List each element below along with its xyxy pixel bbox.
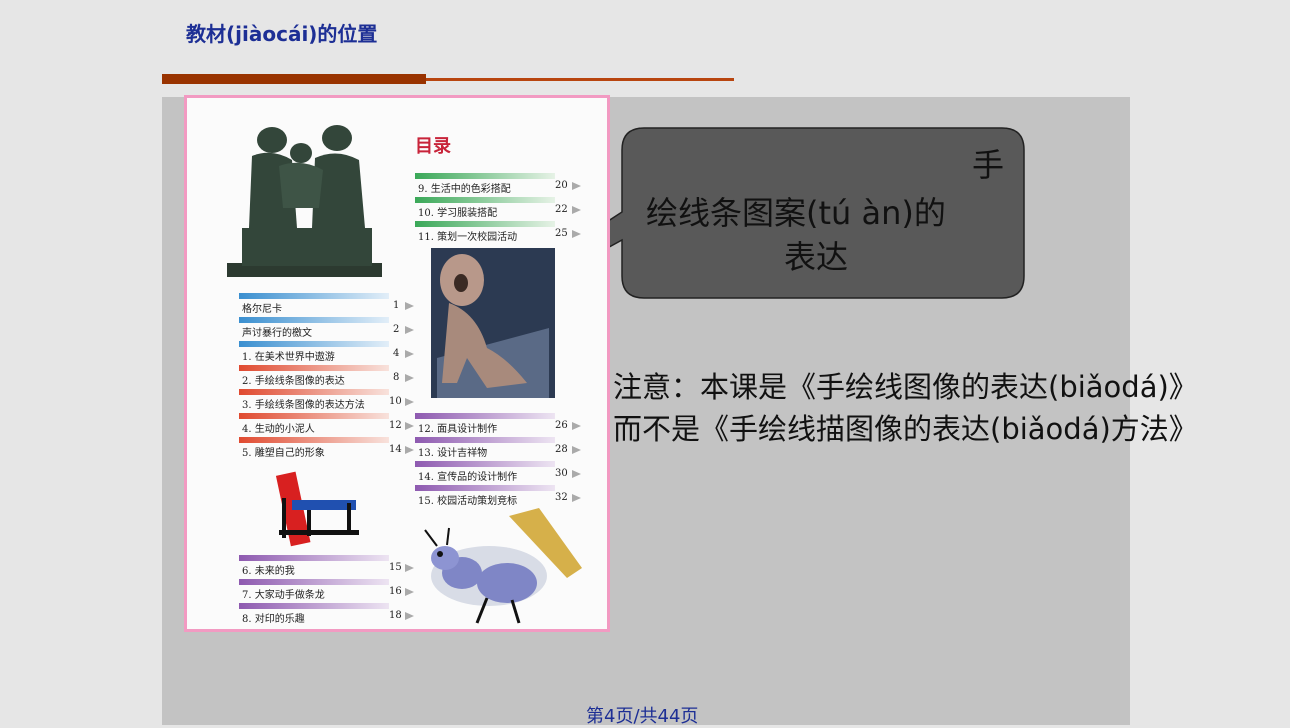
toc-arrow-icon <box>572 494 581 502</box>
toc-arrow-icon <box>405 326 414 334</box>
toc-item: 11. 策划一次校园活动 25 <box>415 221 585 243</box>
toc-item-label: 6. 未来的我 <box>242 566 295 577</box>
note-line-2: 而不是《手绘线描图像的表达(biǎodá)方法》 <box>613 412 1198 446</box>
toc-item-bar <box>239 341 389 347</box>
toc-item-page: 12 <box>389 420 402 431</box>
sculpture-illustration <box>227 125 382 277</box>
toc-arrow-icon <box>405 564 414 572</box>
toc-item-bar <box>239 579 389 585</box>
toc-arrow-icon <box>405 398 414 406</box>
toc-item-label: 3. 手绘线条图像的表达方法 <box>242 400 365 411</box>
toc-item-bar <box>239 293 389 299</box>
ant-illustration <box>424 508 582 624</box>
toc-item: 7. 大家动手做条龙 16 <box>239 579 419 601</box>
toc-arrow-icon <box>405 422 414 430</box>
toc-item-bar <box>415 173 555 179</box>
toc-item-label: 声讨暴行的檄文 <box>242 328 312 339</box>
toc-item: 9. 生活中的色彩搭配 20 <box>415 173 585 195</box>
toc-item-label: 1. 在美术世界中遨游 <box>242 352 335 363</box>
toc-item-bar <box>239 437 389 443</box>
toc-item-label: 11. 策划一次校园活动 <box>418 232 518 243</box>
toc-arrow-icon <box>405 374 414 382</box>
toc-item: 13. 设计吉祥物 28 <box>415 437 585 459</box>
toc-arrow-icon <box>405 302 414 310</box>
page-counter: 第4页/共44页 <box>586 706 699 727</box>
toc-arrow-icon <box>405 446 414 454</box>
toc-item-page: 28 <box>555 444 568 455</box>
toc-heading: 目录 <box>415 136 451 157</box>
toc-item-bar <box>239 413 389 419</box>
toc-item: 6. 未来的我 15 <box>239 555 419 577</box>
toc-item: 4. 生动的小泥人 12 <box>239 413 419 435</box>
toc-item: 10. 学习服装搭配 22 <box>415 197 585 219</box>
toc-arrow-icon <box>572 470 581 478</box>
toc-arrow-icon <box>572 422 581 430</box>
toc-arrow-icon <box>405 612 414 620</box>
toc-item-bar <box>415 197 555 203</box>
toc-item-label: 2. 手绘线条图像的表达 <box>242 376 345 387</box>
toc-item-label: 13. 设计吉祥物 <box>418 448 488 459</box>
toc-item: 声讨暴行的檄文 2 <box>239 317 419 339</box>
toc-item-label: 12. 面具设计制作 <box>418 424 498 435</box>
toc-item-bar <box>415 221 555 227</box>
toc-arrow-icon <box>572 230 581 238</box>
toc-arrow-icon <box>572 446 581 454</box>
toc-item-page: 8 <box>393 372 400 383</box>
toc-item-bar <box>415 461 555 467</box>
toc-item-page: 30 <box>555 468 568 479</box>
toc-item-bar <box>415 485 555 491</box>
toc-item: 3. 手绘线条图像的表达方法 10 <box>239 389 419 411</box>
toc-item-page: 22 <box>555 204 568 215</box>
toc-item-label: 10. 学习服装搭配 <box>418 208 498 219</box>
toc-arrow-icon <box>405 588 414 596</box>
toc-item-page: 18 <box>389 610 402 621</box>
toc-item: 5. 雕塑自己的形象 14 <box>239 437 419 459</box>
toc-item-page: 25 <box>555 228 568 239</box>
note-line-1: 注意：本课是《手绘线图像的表达(biǎodá)》 <box>613 370 1198 404</box>
toc-item-label: 7. 大家动手做条龙 <box>242 590 325 601</box>
toc-item-page: 14 <box>389 444 402 455</box>
callout-line-1: 手 <box>971 146 1004 184</box>
callout-line-2: 绘线条图案(tú àn)的 <box>646 194 946 232</box>
toc-item-bar <box>415 413 555 419</box>
toc-item-label: 8. 对印的乐趣 <box>242 614 305 625</box>
toc-item-bar <box>239 389 389 395</box>
toc-item-page: 15 <box>389 562 402 573</box>
toc-item: 14. 宣传品的设计制作 30 <box>415 461 585 483</box>
toc-item-label: 9. 生活中的色彩搭配 <box>418 184 511 195</box>
toc-item-bar <box>239 365 389 371</box>
toc-item-page: 32 <box>555 492 568 503</box>
toc-item-page: 26 <box>555 420 568 431</box>
toc-item-bar <box>239 603 389 609</box>
toc-item-page: 2 <box>393 324 400 335</box>
toc-item-label: 4. 生动的小泥人 <box>242 424 315 435</box>
callout-line-3: 表达 <box>784 238 849 276</box>
toc-item-page: 10 <box>389 396 402 407</box>
chair-illustration <box>275 471 359 547</box>
toc-item-bar <box>415 437 555 443</box>
toc-item: 2. 手绘线条图像的表达 8 <box>239 365 419 387</box>
toc-item-label: 14. 宣传品的设计制作 <box>418 472 518 483</box>
toc-item-label: 15. 校园活动策划竞标 <box>418 496 518 507</box>
clay-figure-illustration <box>431 248 555 398</box>
toc-arrow-icon <box>405 350 414 358</box>
toc-item: 格尔尼卡 1 <box>239 293 419 315</box>
toc-arrow-icon <box>572 182 581 190</box>
toc-item-label: 5. 雕塑自己的形象 <box>242 448 325 459</box>
toc-item: 8. 对印的乐趣 18 <box>239 603 419 625</box>
toc-item-label: 格尔尼卡 <box>242 304 282 315</box>
toc-item: 1. 在美术世界中遨游 4 <box>239 341 419 363</box>
toc-item-page: 20 <box>555 180 568 191</box>
toc-item-bar <box>239 317 389 323</box>
toc-item-page: 1 <box>393 300 400 311</box>
toc-item-bar <box>239 555 389 561</box>
toc-item-page: 16 <box>389 586 402 597</box>
toc-item: 15. 校园活动策划竞标 32 <box>415 485 585 507</box>
toc-item: 12. 面具设计制作 26 <box>415 413 585 435</box>
toc-item-page: 4 <box>393 348 400 359</box>
toc-arrow-icon <box>572 206 581 214</box>
note-text: 注意：本课是《手绘线图像的表达(biǎodá)》 而不是《手绘线描图像的表达(b… <box>613 366 1263 450</box>
textbook-contents-page: 目录 9. 生活中的色彩搭配 20 10. 学习服装搭配 22 11. 策划一次… <box>184 95 610 632</box>
